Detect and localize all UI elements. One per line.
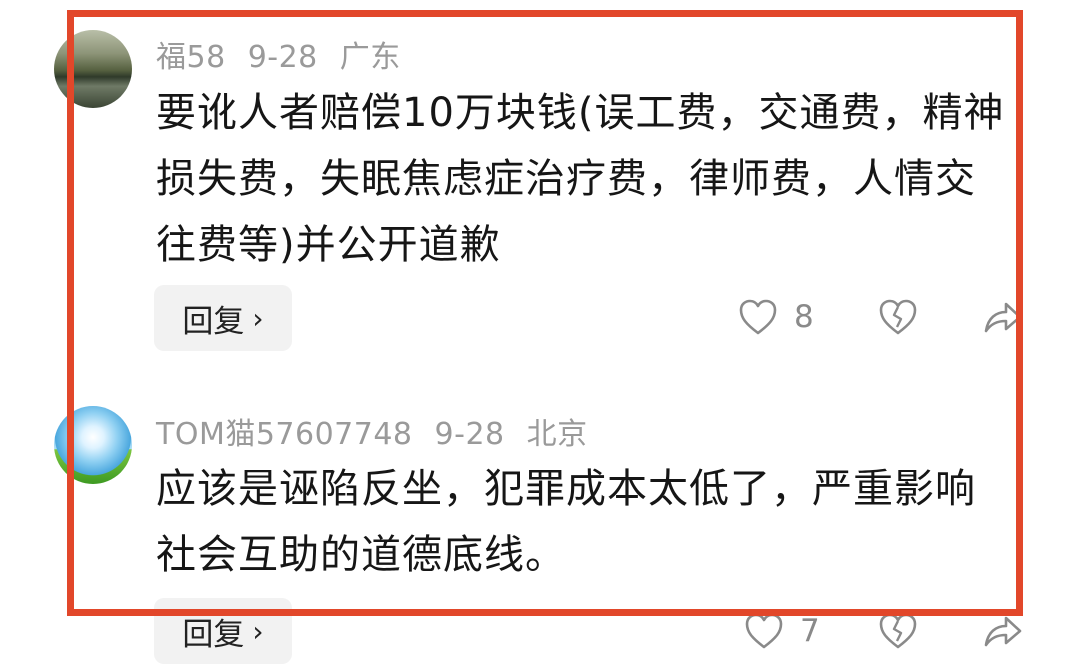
- avatar[interactable]: [54, 406, 132, 484]
- reply-label: 回复: [182, 616, 245, 653]
- heart-icon: [744, 612, 784, 650]
- share-button[interactable]: [982, 612, 1024, 650]
- comment-text: 应该是诬陷反坐，犯罪成本太低了，严重影响社会互助的道德底线。: [156, 466, 976, 578]
- comment-meta: 福58 9-28 广东: [156, 32, 423, 76]
- username[interactable]: 福58: [156, 40, 226, 75]
- comment-location: 广东: [339, 40, 401, 75]
- share-arrow-icon: [982, 612, 1024, 650]
- like-count: 7: [800, 613, 820, 649]
- dislike-button[interactable]: [878, 612, 918, 650]
- comment-location: 北京: [526, 417, 588, 452]
- reply-button[interactable]: 回复 ›: [154, 598, 292, 664]
- like-button[interactable]: 7: [744, 612, 820, 650]
- comment-date: 9-28: [434, 417, 505, 452]
- reply-label: 回复: [182, 303, 245, 340]
- comment-meta: TOM猫57607748 9-28 北京: [156, 409, 610, 453]
- share-button[interactable]: [982, 298, 1024, 336]
- heart-icon: [738, 298, 778, 336]
- like-button[interactable]: 8: [738, 298, 814, 336]
- reply-button[interactable]: 回复 ›: [154, 285, 292, 351]
- dislike-button[interactable]: [878, 298, 918, 336]
- avatar[interactable]: [54, 30, 132, 108]
- broken-heart-icon: [878, 612, 918, 650]
- username[interactable]: TOM猫57607748: [156, 417, 413, 452]
- broken-heart-icon: [878, 298, 918, 336]
- like-count: 8: [794, 299, 814, 335]
- comment-date: 9-28: [247, 40, 318, 75]
- chevron-right-icon: ›: [252, 614, 264, 648]
- comment-text: 要讹人者赔偿10万块钱(误工费，交通费，精神损失费，失眠焦虑症治疗费，律师费，人…: [156, 90, 1005, 268]
- chevron-right-icon: ›: [252, 301, 264, 335]
- share-arrow-icon: [982, 298, 1024, 336]
